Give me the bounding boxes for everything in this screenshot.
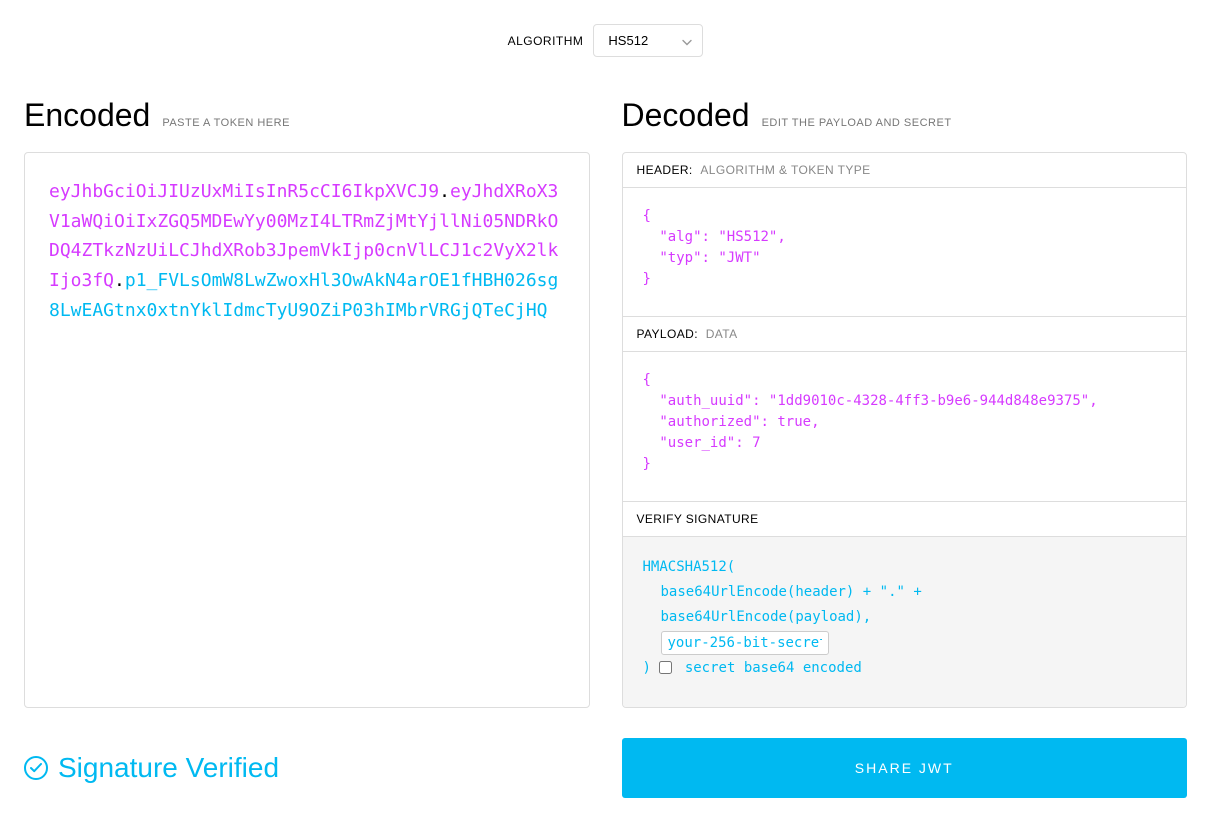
payload-section-label: PAYLOAD: (637, 327, 698, 341)
decoded-box: HEADER: ALGORITHM & TOKEN TYPE { "alg": … (622, 152, 1188, 708)
signature-section-title: VERIFY SIGNATURE (623, 502, 1187, 537)
encoded-title: Encoded (24, 97, 150, 134)
share-jwt-button[interactable]: SHARE JWT (622, 738, 1188, 798)
header-section-label: HEADER: (637, 163, 693, 177)
header-json-body[interactable]: { "alg": "HS512", "typ": "JWT" } (623, 188, 1187, 317)
sig-func-open: HMACSHA512( (643, 555, 1167, 580)
encoded-subtitle: PASTE A TOKEN HERE (162, 117, 290, 129)
header-section-title: HEADER: ALGORITHM & TOKEN TYPE (623, 153, 1187, 188)
signature-section-label: VERIFY SIGNATURE (637, 512, 759, 526)
payload-section-hint: DATA (706, 327, 738, 341)
signature-status-text: Signature Verified (58, 752, 279, 784)
algorithm-select[interactable]: HS512 (593, 24, 703, 57)
encoded-token-box[interactable]: eyJhbGciOiJIUzUxMiIsInR5cCI6IkpXVCJ9.eyJ… (24, 152, 590, 708)
chevron-down-icon (682, 33, 692, 48)
encoded-dot-1: . (439, 181, 450, 202)
secret-base64-label: secret base64 encoded (685, 660, 862, 676)
payload-section-title: PAYLOAD: DATA (623, 317, 1187, 352)
payload-json-body[interactable]: { "auth_uuid": "1dd9010c-4328-4ff3-b9e6-… (623, 352, 1187, 502)
secret-base64-checkbox[interactable] (659, 661, 672, 674)
encoded-signature-segment: p1_FVLsOmW8LwZwoxHl3OwAkN4arOE1fHBH026sg… (49, 270, 558, 321)
header-section-hint: ALGORITHM & TOKEN TYPE (700, 163, 870, 177)
decoded-subtitle: EDIT THE PAYLOAD AND SECRET (762, 117, 952, 129)
algorithm-selected-value: HS512 (608, 33, 648, 48)
sig-line-1: base64UrlEncode(header) + "." + (643, 580, 1167, 605)
algorithm-label: ALGORITHM (508, 34, 584, 48)
encoded-dot-2: . (114, 270, 125, 291)
sig-line-2: base64UrlEncode(payload), (643, 605, 1167, 630)
signature-body: HMACSHA512( base64UrlEncode(header) + ".… (623, 537, 1187, 707)
decoded-title: Decoded (622, 97, 750, 134)
secret-input[interactable] (661, 631, 829, 655)
encoded-header-segment: eyJhbGciOiJIUzUxMiIsInR5cCI6IkpXVCJ9 (49, 181, 439, 202)
check-circle-icon (24, 756, 48, 780)
sig-func-close: ) (643, 660, 651, 676)
